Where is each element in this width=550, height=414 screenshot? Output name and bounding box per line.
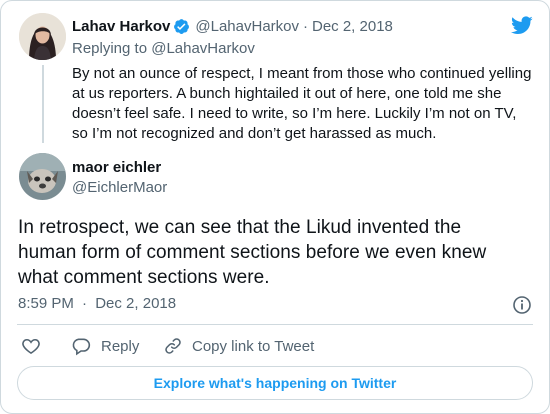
parent-tweet-text: By not an ounce of respect, I meant from…: [72, 65, 532, 142]
reply-button[interactable]: Reply: [71, 336, 139, 356]
tweet-timestamp[interactable]: 8:59 PM · Dec 2, 2018: [18, 295, 176, 312]
replying-to-label[interactable]: Replying to @LahavHarkov: [72, 40, 255, 57]
avatar-image: [19, 13, 66, 60]
timestamp-separator: ·: [82, 295, 88, 312]
tweet-time: 8:59 PM: [18, 295, 74, 312]
info-icon[interactable]: [512, 295, 532, 315]
parent-author-name[interactable]: Lahav Harkov: [72, 18, 170, 35]
main-author-avatar[interactable]: [19, 153, 66, 200]
parent-author-handle[interactable]: @LahavHarkov: [195, 18, 299, 35]
main-author-handle[interactable]: @EichlerMaor: [72, 179, 167, 196]
copy-link-label: Copy link to Tweet: [192, 337, 315, 355]
parent-tweet-header: Lahav Harkov @LahavHarkov · Dec 2, 2018: [72, 18, 393, 35]
tweet-embed-card: Lahav Harkov @LahavHarkov · Dec 2, 2018 …: [0, 0, 550, 414]
tweet-date: Dec 2, 2018: [95, 295, 177, 312]
avatar-image: [19, 153, 66, 200]
reply-label: Reply: [101, 337, 140, 355]
link-icon: [163, 336, 183, 356]
explore-twitter-button[interactable]: Explore what's happening on Twitter: [17, 366, 533, 400]
reply-icon: [71, 336, 91, 356]
verified-badge-icon: [173, 18, 190, 35]
parent-tweet-date[interactable]: Dec 2, 2018: [312, 18, 393, 35]
thread-connector: [42, 65, 44, 143]
parent-author-avatar[interactable]: [19, 13, 66, 60]
copy-link-button[interactable]: Copy link to Tweet: [163, 336, 314, 356]
header-separator: ·: [303, 18, 308, 35]
divider: [17, 324, 533, 325]
main-tweet-text: In retrospect, we can see that the Likud…: [18, 217, 487, 288]
twitter-bird-icon[interactable]: [511, 16, 533, 35]
heart-icon[interactable]: [21, 336, 41, 356]
main-author-name[interactable]: maor eichler: [72, 159, 161, 176]
